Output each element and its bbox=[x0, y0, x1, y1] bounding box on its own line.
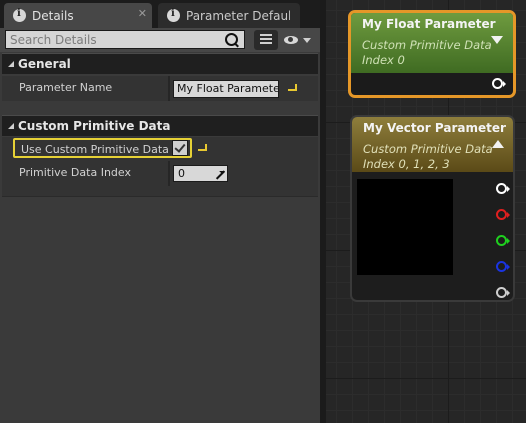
column-divider[interactable] bbox=[168, 76, 170, 101]
node-subtitle: Custom Primitive Data Index 0, 1, 2, 3 bbox=[363, 142, 493, 171]
tab-parameter-defaults[interactable]: Parameter Defaults bbox=[158, 3, 300, 28]
float-parameter-node[interactable]: My Float Parameter Custom Primitive Data… bbox=[348, 10, 516, 98]
input-value: 0 bbox=[178, 167, 185, 180]
property-row-use-custom-primitive-data: Use Custom Primitive Data bbox=[2, 137, 318, 161]
output-pin-blue-icon[interactable] bbox=[496, 261, 510, 272]
eye-icon bbox=[284, 36, 298, 44]
section-header-custom-primitive-data[interactable]: Custom Primitive Data bbox=[2, 115, 318, 136]
section-title: Custom Primitive Data bbox=[18, 119, 171, 133]
node-header[interactable]: My Float Parameter Custom Primitive Data… bbox=[351, 13, 513, 73]
section-title: General bbox=[18, 57, 71, 71]
info-icon bbox=[167, 8, 180, 22]
panel-footer bbox=[2, 186, 318, 197]
color-preview-swatch bbox=[357, 179, 453, 275]
node-header[interactable]: My Vector Parameter Custom Primitive Dat… bbox=[352, 117, 513, 172]
primitive-data-index-input[interactable]: 0 bbox=[173, 165, 228, 182]
property-label: Use Custom Primitive Data bbox=[21, 143, 169, 156]
output-pin-alpha-icon[interactable] bbox=[496, 287, 510, 298]
node-title: My Vector Parameter bbox=[363, 121, 506, 135]
property-label: Primitive Data Index bbox=[19, 166, 131, 179]
reset-to-default-icon[interactable] bbox=[198, 144, 207, 151]
tab-details[interactable]: Details ✕ bbox=[4, 3, 152, 28]
close-icon[interactable]: ✕ bbox=[138, 7, 147, 20]
drag-resize-icon[interactable] bbox=[215, 169, 223, 177]
collapse-arrow-icon bbox=[8, 61, 14, 67]
use-custom-primitive-data-checkbox[interactable] bbox=[172, 140, 188, 156]
search-field bbox=[5, 30, 245, 49]
highlight-box: Use Custom Primitive Data bbox=[13, 138, 192, 158]
search-input[interactable] bbox=[6, 31, 229, 48]
column-divider[interactable] bbox=[168, 161, 170, 186]
collapse-arrow-icon[interactable] bbox=[491, 36, 503, 44]
grid-view-icon bbox=[260, 34, 272, 45]
section-header-general[interactable]: General bbox=[2, 53, 318, 74]
tab-label: Parameter Defaults bbox=[186, 8, 290, 23]
node-title: My Float Parameter bbox=[362, 17, 496, 31]
node-subtitle: Custom Primitive Data Index 0 bbox=[362, 38, 492, 67]
tab-label: Details bbox=[32, 8, 74, 23]
info-icon bbox=[13, 8, 26, 22]
output-pin-red-icon[interactable] bbox=[496, 209, 510, 220]
vector-parameter-node[interactable]: My Vector Parameter Custom Primitive Dat… bbox=[350, 115, 515, 302]
property-row-parameter-name: Parameter Name My Float Parameter bbox=[2, 76, 318, 101]
view-options-button[interactable] bbox=[282, 30, 316, 50]
output-pin-icon[interactable] bbox=[492, 78, 506, 89]
property-matrix-button[interactable] bbox=[254, 30, 278, 50]
reset-to-default-icon[interactable] bbox=[288, 84, 297, 91]
expand-arrow-icon[interactable] bbox=[492, 140, 504, 148]
property-label: Parameter Name bbox=[19, 81, 113, 94]
output-pin-rgba-icon[interactable] bbox=[496, 183, 510, 194]
details-panel: Details ✕ Parameter Defaults General Par… bbox=[0, 0, 320, 423]
chevron-down-icon bbox=[303, 38, 311, 43]
tab-strip: Details ✕ Parameter Defaults bbox=[0, 0, 320, 28]
parameter-name-input[interactable]: My Float Parameter bbox=[173, 80, 279, 98]
search-icon[interactable] bbox=[225, 33, 238, 46]
search-bar bbox=[0, 28, 320, 52]
collapse-arrow-icon bbox=[8, 123, 14, 129]
output-pin-green-icon[interactable] bbox=[496, 235, 510, 246]
property-row-primitive-data-index: Primitive Data Index 0 bbox=[2, 161, 318, 186]
